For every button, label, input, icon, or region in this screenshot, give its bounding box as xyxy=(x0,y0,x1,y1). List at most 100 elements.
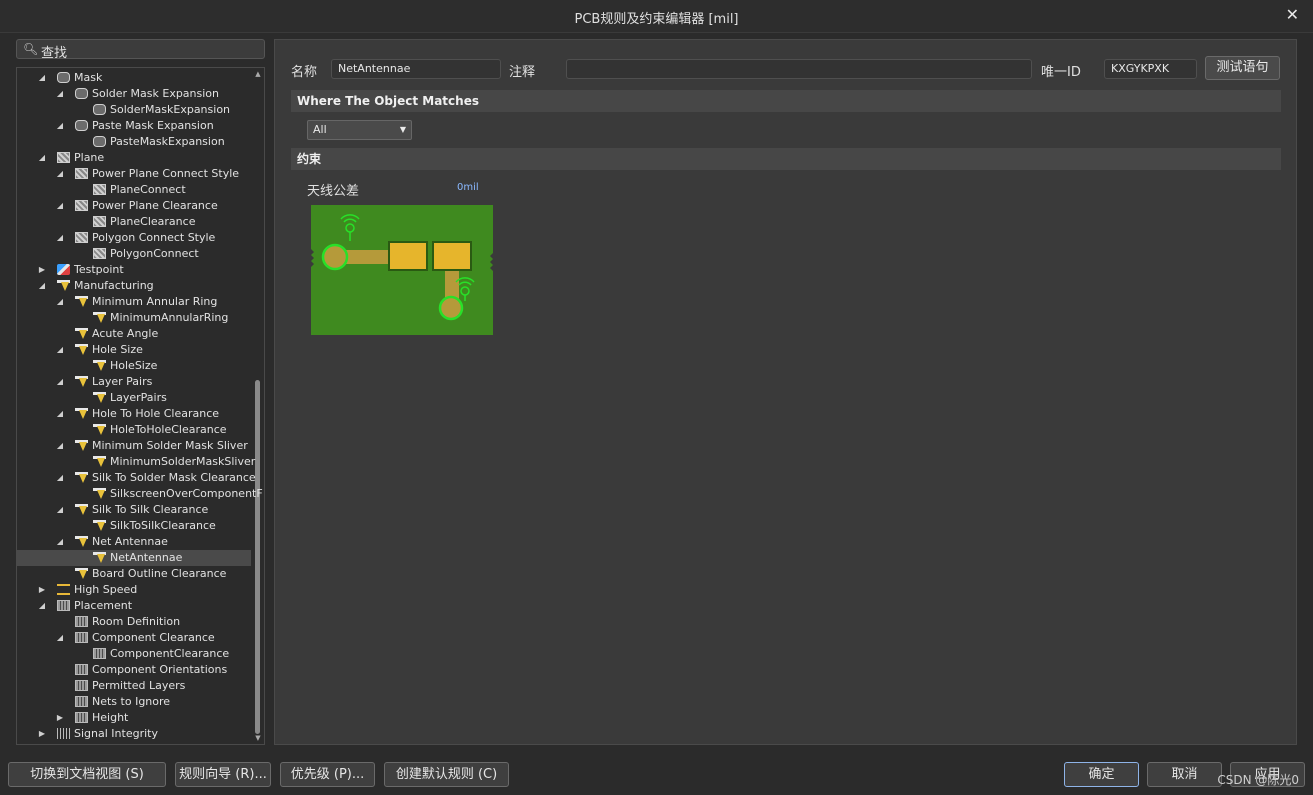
tree-item-mask[interactable]: ◢ Mask xyxy=(17,70,251,86)
ok-button[interactable]: 确定 xyxy=(1064,762,1139,787)
chevron-down-icon: ▼ xyxy=(399,125,406,134)
tree-item-silktosilkclearance[interactable]: SilkToSilkClearance xyxy=(17,518,251,534)
tree-item-hole-to-hole-clearance[interactable]: ◢ Hole To Hole Clearance xyxy=(17,406,251,422)
collapse-icon[interactable]: ◢ xyxy=(55,470,65,486)
collapse-icon[interactable]: ◢ xyxy=(37,598,47,614)
collapse-icon[interactable]: ◢ xyxy=(55,230,65,246)
tree-item-componentclearance[interactable]: ComponentClearance xyxy=(17,646,251,662)
collapse-icon[interactable]: ◢ xyxy=(55,438,65,454)
tree-item-minimumsoldermasksliver[interactable]: MinimumSolderMaskSliver xyxy=(17,454,255,470)
tree-item-nets-to-ignore[interactable]: Nets to Ignore xyxy=(17,694,251,710)
cancel-button[interactable]: 取消 xyxy=(1147,762,1222,787)
collapse-icon[interactable]: ◢ xyxy=(55,118,65,134)
antenna-tolerance-value[interactable]: 0mil xyxy=(457,182,479,193)
placement-icon xyxy=(75,664,88,675)
tree-item-high-speed[interactable]: ▶ High Speed xyxy=(17,582,251,598)
tree-item-label: Signal Integrity xyxy=(74,727,158,740)
tree-item-silkscreenovercomponentf[interactable]: SilkscreenOverComponentF xyxy=(17,486,263,502)
plane-icon xyxy=(93,216,106,227)
tree-item-planeclearance[interactable]: PlaneClearance xyxy=(17,214,251,230)
placement-icon xyxy=(93,648,106,659)
collapse-icon[interactable]: ◢ xyxy=(55,86,65,102)
tree-item-polygonconnect[interactable]: PolygonConnect xyxy=(17,246,251,262)
match-select[interactable]: All ▼ xyxy=(307,120,412,140)
tree-item-component-clearance[interactable]: ◢ Component Clearance xyxy=(17,630,251,646)
rule-tree[interactable]: ▲ ▼ ◢ Mask ◢ Solder Mask Expansion SolderMas… xyxy=(16,67,265,745)
tree-item-hole-size[interactable]: ◢ Hole Size xyxy=(17,342,251,358)
tree-item-label: PlaneConnect xyxy=(110,183,186,196)
collapse-icon[interactable]: ◢ xyxy=(55,294,65,310)
tree-item-label: SolderMaskExpansion xyxy=(110,103,231,116)
expand-icon[interactable]: ▶ xyxy=(37,726,47,742)
tree-item-height[interactable]: ▶ Height xyxy=(17,710,251,726)
plane-icon xyxy=(75,200,88,211)
mask-icon xyxy=(57,72,70,83)
collapse-icon[interactable]: ◢ xyxy=(55,198,65,214)
scroll-thumb[interactable] xyxy=(255,380,260,734)
title-bar: PCB规则及约束编辑器 [mil] ✕ xyxy=(0,0,1313,33)
tree-item-board-outline-clearance[interactable]: Board Outline Clearance xyxy=(17,566,251,582)
tree-item-label: Net Antennae xyxy=(92,535,168,548)
tree-item-room-definition[interactable]: Room Definition xyxy=(17,614,251,630)
collapse-icon[interactable]: ◢ xyxy=(55,406,65,422)
collapse-icon[interactable]: ◢ xyxy=(55,342,65,358)
tree-item-placement[interactable]: ◢ Placement xyxy=(17,598,251,614)
mask-icon xyxy=(93,136,106,147)
collapse-icon[interactable]: ◢ xyxy=(55,166,65,182)
tree-item-soldermaskexpansion[interactable]: SolderMaskExpansion xyxy=(17,102,251,118)
tree-item-silk-to-silk-clearance[interactable]: ◢ Silk To Silk Clearance xyxy=(17,502,251,518)
tree-item-power-plane-connect-style[interactable]: ◢ Power Plane Connect Style xyxy=(17,166,251,182)
name-field[interactable]: NetAntennae xyxy=(331,59,501,79)
collapse-icon[interactable]: ◢ xyxy=(55,630,65,646)
tree-item-signal-integrity[interactable]: ▶ Signal Integrity xyxy=(17,726,251,742)
tree-item-netantennae[interactable]: NetAntennae xyxy=(17,550,251,566)
tree-item-testpoint[interactable]: ▶ Testpoint xyxy=(17,262,251,278)
expand-icon[interactable]: ▶ xyxy=(37,582,47,598)
tree-item-solder-mask-expansion[interactable]: ◢ Solder Mask Expansion xyxy=(17,86,251,102)
tree-item-minimum-solder-mask-sliver[interactable]: ◢ Minimum Solder Mask Sliver xyxy=(17,438,251,454)
tree-item-silk-to-solder-mask-clearance[interactable]: ◢ Silk To Solder Mask Clearance xyxy=(17,470,256,486)
tree-item-component-orientations[interactable]: Component Orientations xyxy=(17,662,251,678)
doc-view-button[interactable]: 切换到文档视图 (S) xyxy=(8,762,166,787)
tree-item-net-antennae[interactable]: ◢ Net Antennae xyxy=(17,534,251,550)
manufacturing-rule-icon xyxy=(75,504,88,515)
collapse-icon[interactable]: ◢ xyxy=(55,502,65,518)
manufacturing-rule-icon xyxy=(93,552,106,563)
tree-scrollbar[interactable]: ▲ ▼ xyxy=(254,70,262,742)
scroll-up-icon[interactable]: ▲ xyxy=(254,70,262,78)
collapse-icon[interactable]: ◢ xyxy=(37,70,47,86)
rule-wizard-button[interactable]: 规则向导 (R)... xyxy=(175,762,271,787)
collapse-icon[interactable]: ◢ xyxy=(37,150,47,166)
collapse-icon[interactable]: ◢ xyxy=(55,534,65,550)
tree-item-power-plane-clearance[interactable]: ◢ Power Plane Clearance xyxy=(17,198,251,214)
tree-item-planeconnect[interactable]: PlaneConnect xyxy=(17,182,251,198)
tree-item-minimum-annular-ring[interactable]: ◢ Minimum Annular Ring xyxy=(17,294,251,310)
tree-item-layerpairs[interactable]: LayerPairs xyxy=(17,390,251,406)
placement-icon xyxy=(75,680,88,691)
tree-item-polygon-connect-style[interactable]: ◢ Polygon Connect Style xyxy=(17,230,251,246)
priorities-button[interactable]: 优先级 (P)... xyxy=(280,762,375,787)
tree-item-acute-angle[interactable]: Acute Angle xyxy=(17,326,251,342)
create-default-rules-button[interactable]: 创建默认规则 (C) xyxy=(384,762,509,787)
tree-item-layer-pairs[interactable]: ◢ Layer Pairs xyxy=(17,374,251,390)
tree-item-holetoholeclearance[interactable]: HoleToHoleClearance xyxy=(17,422,251,438)
tree-item-holesize[interactable]: HoleSize xyxy=(17,358,251,374)
expand-icon[interactable]: ▶ xyxy=(55,710,65,726)
tree-item-label: Layer Pairs xyxy=(92,375,153,388)
tree-item-paste-mask-expansion[interactable]: ◢ Paste Mask Expansion xyxy=(17,118,251,134)
collapse-icon[interactable]: ◢ xyxy=(55,374,65,390)
uid-field[interactable]: KXGYKPXK xyxy=(1104,59,1197,79)
expand-icon[interactable]: ▶ xyxy=(37,262,47,278)
tree-item-manufacturing[interactable]: ◢ Manufacturing xyxy=(17,278,251,294)
search-input[interactable]: 🔍︎ 查找 xyxy=(16,39,265,61)
comment-field[interactable] xyxy=(566,59,1032,79)
tree-item-pastemaskexpansion[interactable]: PasteMaskExpansion xyxy=(17,134,251,150)
tree-item-plane[interactable]: ◢ Plane xyxy=(17,150,251,166)
scroll-down-icon[interactable]: ▼ xyxy=(254,734,262,742)
tree-item-label: Power Plane Connect Style xyxy=(92,167,240,180)
tree-item-permitted-layers[interactable]: Permitted Layers xyxy=(17,678,251,694)
collapse-icon[interactable]: ◢ xyxy=(37,278,47,294)
close-icon[interactable]: ✕ xyxy=(1286,5,1299,24)
test-query-button[interactable]: 测试语句 xyxy=(1205,56,1280,80)
tree-item-minimumannularring[interactable]: MinimumAnnularRing xyxy=(17,310,251,326)
